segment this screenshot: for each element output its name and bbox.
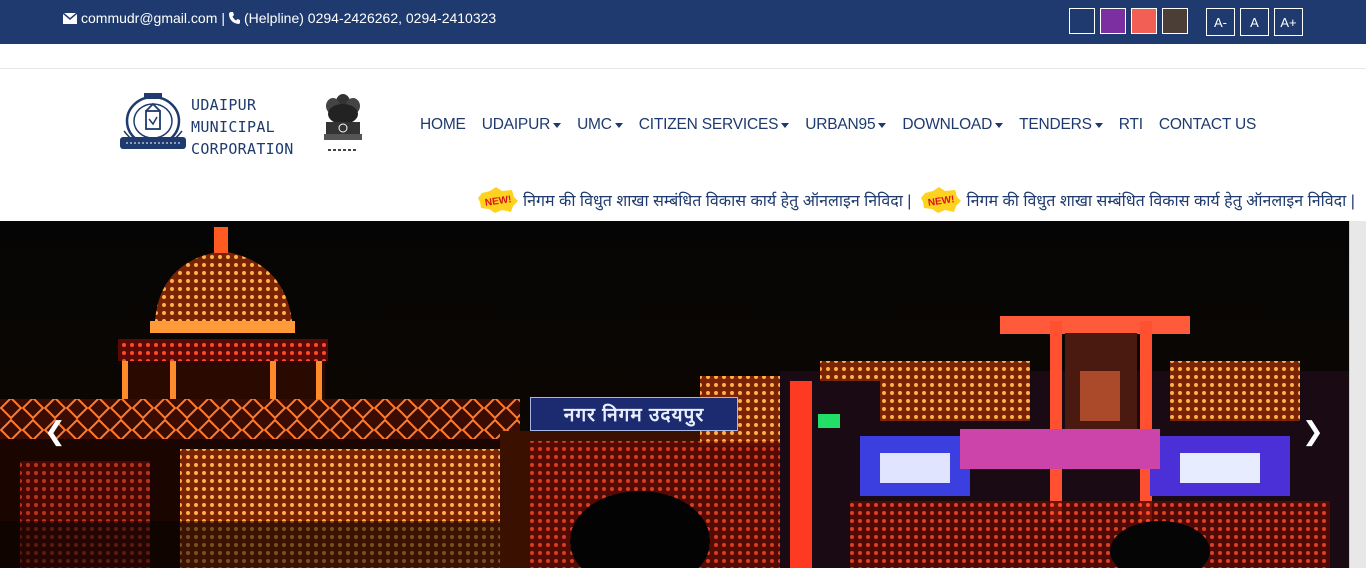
- nav-item-label: CONTACT US: [1158, 116, 1257, 133]
- caret-down-icon: [553, 122, 562, 128]
- nagar-nigam-signboard: नगर निगम उदयपुर: [530, 397, 738, 431]
- nav-item-urban95[interactable]: URBAN95: [797, 116, 894, 134]
- header-divider: [0, 68, 1366, 69]
- nav-item-label: RTI: [1118, 116, 1143, 133]
- nav-item-home[interactable]: HOME: [412, 116, 474, 134]
- news-text: निगम की विधुत शाखा सम्बंधित विकास कार्य …: [966, 193, 1355, 210]
- main-navigation: HOME UDAIPUR UMC CITIZEN SERVICES URBAN95 DOW…: [412, 114, 1264, 136]
- nav-item-label: URBAN95: [805, 116, 876, 133]
- new-badge-icon: NEW!: [921, 187, 962, 213]
- caret-down-icon: [995, 122, 1004, 128]
- nav-item-contact-us[interactable]: CONTACT US: [1151, 116, 1264, 134]
- nav-item-tenders[interactable]: TENDERS: [1011, 116, 1111, 134]
- theme-color-switcher: [1069, 8, 1188, 34]
- separator: |: [221, 10, 225, 26]
- caret-down-icon: [878, 122, 887, 128]
- nav-item-citizen-services[interactable]: CITIZEN SERVICES: [631, 116, 798, 134]
- logo-line-3: CORPORATION: [191, 140, 294, 158]
- contact-info: commudr@gmail.com | (Helpline) 0294-2426…: [63, 10, 496, 26]
- logo-line-2: MUNICIPAL: [191, 118, 275, 136]
- phone-icon: [229, 12, 240, 24]
- font-size-controls: A- A A+: [1206, 8, 1303, 36]
- nav-item-download[interactable]: DOWNLOAD: [894, 116, 1011, 134]
- nav-item-udaipur[interactable]: UDAIPUR: [474, 116, 569, 134]
- news-text: निगम की विधुत शाखा सम्बंधित विकास कार्य …: [523, 193, 912, 210]
- theme-swatch-3[interactable]: [1162, 8, 1188, 34]
- nav-item-rti[interactable]: RTI: [1111, 116, 1151, 134]
- slider-prev-arrow[interactable]: ❮: [44, 418, 66, 444]
- caret-down-icon: [614, 122, 623, 128]
- caret-down-icon: [781, 122, 790, 128]
- theme-swatch-2[interactable]: [1131, 8, 1157, 34]
- nav-item-label: UMC: [577, 116, 612, 133]
- news-ticker: NEW! निगम की विधुत शाखा सम्बंधित विकास का…: [478, 184, 1366, 216]
- helpline-text: (Helpline) 0294-2426262, 0294-2410323: [244, 10, 497, 26]
- nav-item-label: HOME: [420, 116, 466, 133]
- theme-swatch-0[interactable]: [1069, 8, 1095, 34]
- nav-item-label: UDAIPUR: [481, 116, 551, 133]
- nav-item-umc[interactable]: UMC: [569, 116, 631, 134]
- new-badge-icon: NEW!: [478, 187, 518, 213]
- ashoka-emblem-icon: [324, 94, 362, 151]
- logo-line-1: UDAIPUR: [191, 96, 257, 114]
- top-bar: commudr@gmail.com | (Helpline) 0294-2426…: [0, 0, 1366, 44]
- slider-edge-scrollbar[interactable]: [1349, 221, 1366, 568]
- umc-emblem-logo[interactable]: [118, 91, 188, 157]
- font-reset-button[interactable]: A: [1240, 8, 1269, 36]
- theme-swatch-1[interactable]: [1100, 8, 1126, 34]
- udaipur-municipal-building-image: [0, 221, 1366, 568]
- envelope-icon: [63, 12, 77, 24]
- news-item[interactable]: NEW! निगम की विधुत शाखा सम्बंधित विकास का…: [921, 187, 1355, 213]
- nav-item-label: TENDERS: [1019, 116, 1092, 133]
- slider-next-arrow[interactable]: ❯: [1302, 418, 1324, 444]
- email-link[interactable]: commudr@gmail.com: [81, 10, 217, 26]
- caret-down-icon: [1094, 122, 1103, 128]
- umc-logo-text[interactable]: UDAIPUR MUNICIPAL CORPORATION: [191, 94, 294, 160]
- nav-item-label: DOWNLOAD: [902, 116, 993, 133]
- nav-item-label: CITIZEN SERVICES: [638, 116, 779, 133]
- news-item[interactable]: NEW! निगम की विधुत शाखा सम्बंधित विकास का…: [478, 187, 911, 213]
- font-decrease-button[interactable]: A-: [1206, 8, 1235, 36]
- hero-slider: नगर निगम उदयपुर ❮ ❯: [0, 221, 1366, 568]
- font-increase-button[interactable]: A+: [1274, 8, 1303, 36]
